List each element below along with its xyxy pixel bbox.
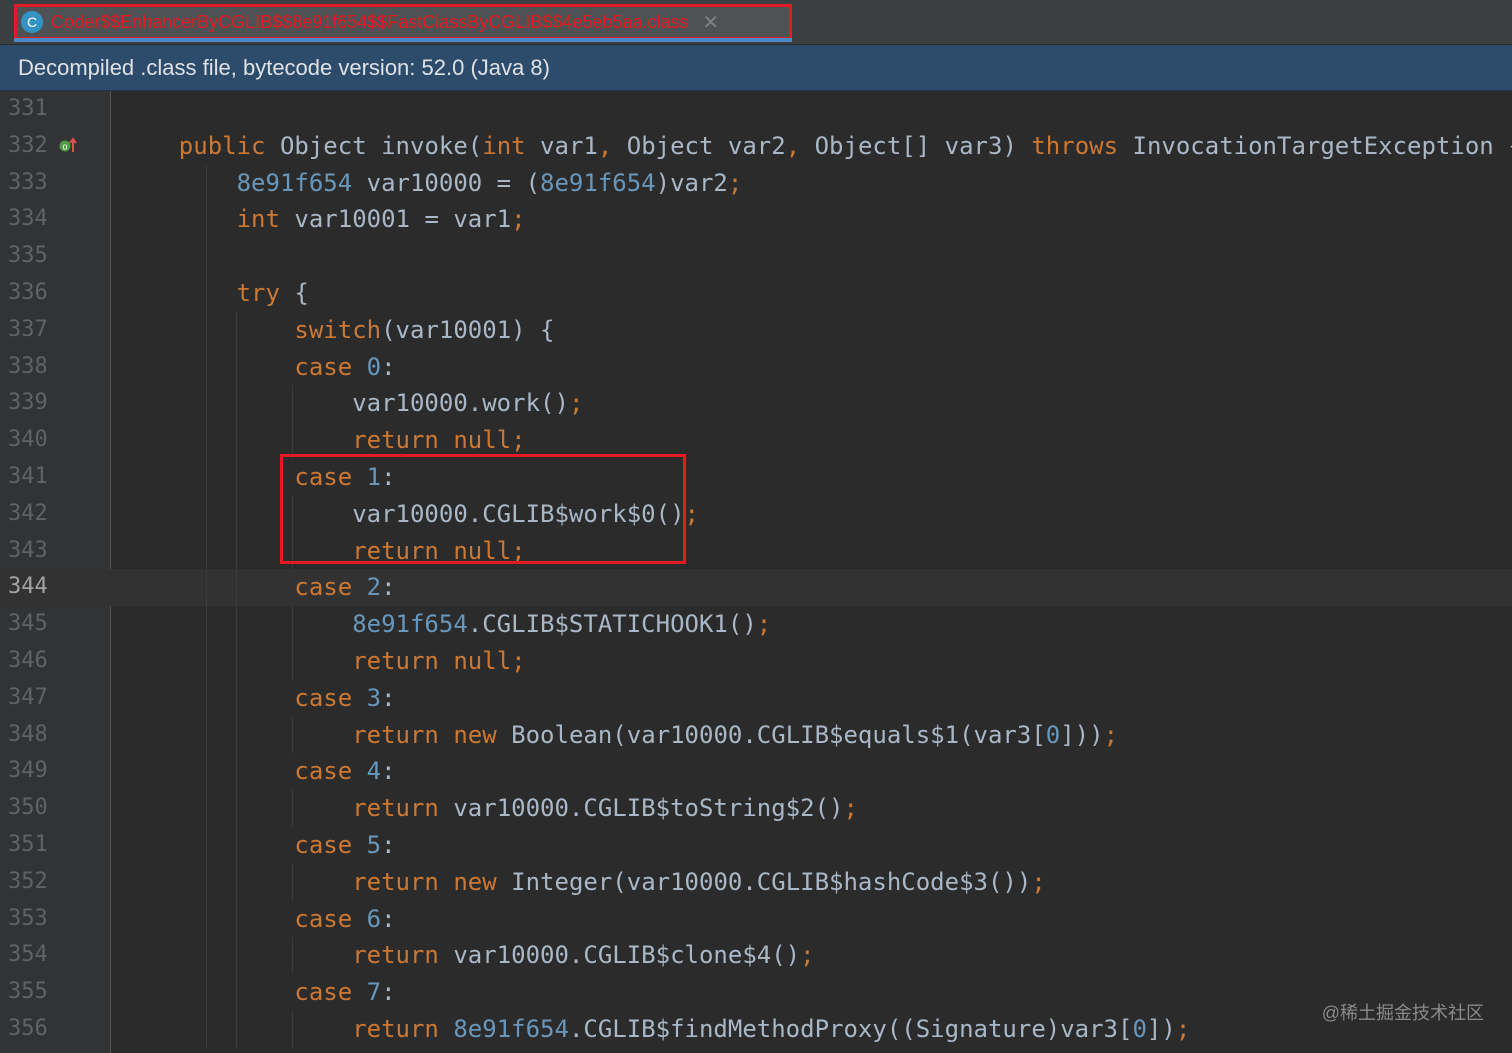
line-number: 337 [8, 316, 48, 342]
code-line[interactable]: 347 case 3: [0, 680, 1512, 717]
code-line[interactable]: 332 o public Object invoke(int var1, Obje… [0, 128, 1512, 165]
code-text: case 7: [294, 978, 396, 1007]
active-tab-indicator [14, 38, 792, 42]
line-number: 341 [8, 464, 48, 489]
line-number: 334 [8, 206, 48, 232]
code-text: 8e91f654 var10000 = (8e91f654)var2; [236, 168, 743, 197]
code-line[interactable]: 343 return null; [0, 533, 1512, 570]
indent-guide [292, 863, 293, 901]
line-number: 354 [8, 942, 48, 968]
line-number: 339 [8, 390, 48, 416]
code-line[interactable]: 353 case 6: [0, 901, 1512, 938]
line-number: 331 [8, 96, 48, 121]
code-line[interactable]: 345 8e91f654.CGLIB$STATICHOOK1(); [0, 606, 1512, 643]
indent-guide [292, 1011, 293, 1048]
tab-title: Coder$$EnhancerByCGLIB$$8e91f654$$FastCl… [51, 11, 689, 32]
line-number: 344 [8, 574, 48, 600]
code-line[interactable]: 341 case 1: [0, 459, 1512, 496]
code-line[interactable]: 339 var10000.work(); [0, 385, 1512, 422]
line-number: 343 [8, 537, 48, 563]
class-icon: C [21, 11, 43, 33]
line-number: 345 [8, 611, 48, 637]
code-text: 8e91f654.CGLIB$STATICHOOK1(); [352, 610, 772, 639]
line-number: 335 [8, 243, 48, 269]
code-text: int var10001 = var1; [236, 205, 526, 234]
indent-guide [292, 790, 293, 827]
indent-guide [292, 606, 293, 680]
svg-text:o: o [62, 142, 68, 152]
line-number: 353 [8, 905, 48, 931]
line-number: 346 [8, 648, 48, 673]
indent-guide [236, 311, 237, 1048]
line-number: 356 [8, 1016, 48, 1041]
code-line[interactable]: 336 try { [0, 275, 1512, 312]
indent-guide [292, 937, 293, 975]
line-number: 355 [8, 979, 48, 1005]
line-number: 351 [8, 832, 48, 857]
code-line[interactable]: 337 switch(var10001) { [0, 312, 1512, 349]
line-number: 332 [8, 132, 48, 158]
code-text: try { [236, 279, 309, 307]
code-text: case 6: [294, 904, 396, 933]
line-number: 349 [8, 758, 48, 784]
code-line[interactable]: 334 int var10001 = var1; [0, 201, 1512, 238]
code-text: return var10000.CGLIB$clone$4(); [352, 941, 815, 970]
code-line[interactable]: 346 return null; [0, 643, 1512, 680]
code-text: public Object invoke(int var1, Object va… [178, 131, 1512, 160]
code-line[interactable]: 333 8e91f654 var10000 = (8e91f654)var2; [0, 165, 1512, 202]
code-text: case 3: [294, 683, 396, 712]
code-editor[interactable]: 331 332 o public Object invoke(int var1, O… [0, 91, 1512, 1053]
code-line[interactable]: 354 return var10000.CGLIB$clone$4(); [0, 937, 1512, 974]
code-text: return new Boolean(var10000.CGLIB$equals… [352, 720, 1119, 749]
code-text: return null; [352, 647, 526, 675]
close-icon[interactable]: ✕ [702, 10, 719, 35]
watermark: @稀土掘金技术社区 [1321, 1003, 1484, 1023]
code-text: switch(var10001) { [294, 315, 555, 344]
decompiled-info-bar: Decompiled .class file, bytecode version… [0, 45, 1512, 91]
code-text: return var10000.CGLIB$toString$2(); [352, 794, 858, 823]
code-text: return 8e91f654.CGLIB$findMethodProxy((S… [352, 1015, 1191, 1043]
override-gutter-icon[interactable]: o [58, 136, 78, 156]
code-line[interactable]: 350 return var10000.CGLIB$toString$2(); [0, 790, 1512, 827]
code-line[interactable]: 355 case 7: [0, 974, 1512, 1011]
line-number: 352 [8, 868, 48, 894]
line-number: 348 [8, 721, 48, 747]
editor-tab-bar: C Coder$$EnhancerByCGLIB$$8e91f654$$Fast… [0, 0, 1512, 45]
line-number: 333 [8, 169, 48, 195]
indent-guide [292, 716, 293, 754]
line-number: 340 [8, 427, 48, 453]
code-line[interactable]: 340 return null; [0, 422, 1512, 459]
annotation-highlight-box [280, 454, 686, 564]
indent-guide [206, 164, 207, 1048]
code-text: case 4: [294, 757, 396, 786]
line-number: 347 [8, 684, 48, 710]
code-text: case 2: [294, 573, 396, 602]
indent-guide [292, 385, 293, 459]
code-line[interactable]: 356 return 8e91f654.CGLIB$findMethodProx… [0, 1011, 1512, 1048]
code-text: case 5: [294, 831, 396, 859]
decompiled-info-text: Decompiled .class file, bytecode version… [18, 54, 550, 80]
code-text: return new Integer(var10000.CGLIB$hashCo… [352, 867, 1046, 896]
code-line[interactable]: 349 case 4: [0, 753, 1512, 790]
code-line[interactable]: 342 var10000.CGLIB$work$0(); [0, 496, 1512, 533]
code-line[interactable]: 351 case 5: [0, 827, 1512, 864]
line-number: 338 [8, 353, 48, 379]
code-text: var10000.work(); [121, 389, 584, 418]
code-line[interactable]: 348 return new Boolean(var10000.CGLIB$eq… [0, 717, 1512, 754]
code-line[interactable]: 344 case 2: [0, 569, 1512, 607]
editor-tab-active[interactable]: C Coder$$EnhancerByCGLIB$$8e91f654$$Fast… [14, 4, 792, 40]
line-number: 342 [8, 500, 48, 526]
line-number: 350 [8, 795, 48, 821]
line-number: 336 [8, 280, 48, 305]
code-line[interactable]: 352 return new Integer(var10000.CGLIB$ha… [0, 864, 1512, 901]
code-line[interactable]: 331 [0, 91, 1512, 128]
code-text: case 0: [294, 352, 396, 381]
code-line[interactable]: 338 case 0: [0, 349, 1512, 386]
code-line[interactable]: 335 [0, 238, 1512, 275]
